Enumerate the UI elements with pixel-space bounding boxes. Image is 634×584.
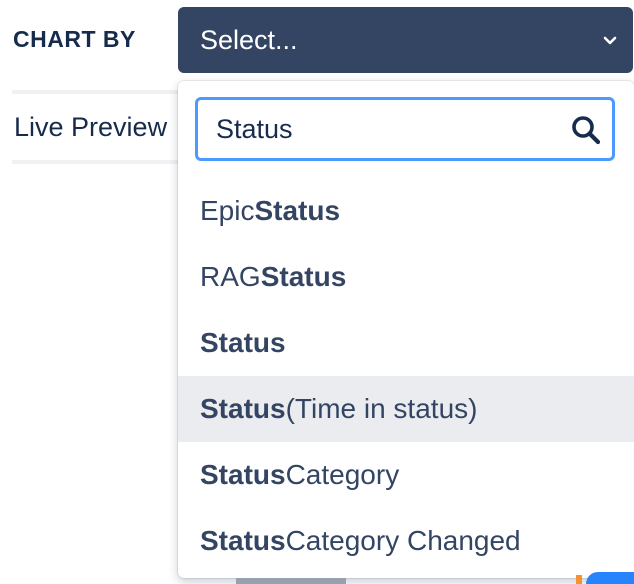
search-field[interactable] <box>196 98 614 160</box>
option-status-time-in-status[interactable]: Status (Time in status) <box>178 376 634 442</box>
live-preview-label: Live Preview <box>14 112 168 142</box>
option-match-text: Status <box>254 195 341 226</box>
option-status[interactable]: Status <box>178 310 634 376</box>
select-value: Select... <box>200 24 298 55</box>
option-match-text: Status <box>200 525 286 556</box>
option-status-category-changed[interactable]: Status Category Changed <box>178 508 634 574</box>
search-icon[interactable] <box>570 114 602 146</box>
background-chart-bar <box>236 578 346 584</box>
search-input[interactable] <box>216 100 556 158</box>
chart-by-dropdown-menu: Epic Status RAG Status Status Status (Ti… <box>178 81 634 578</box>
option-match-text: Status <box>260 261 347 292</box>
option-match-text: Status <box>200 459 286 490</box>
option-text: Category Changed <box>285 525 521 556</box>
chevron-down-icon <box>603 36 617 45</box>
option-list: Epic Status RAG Status Status Status (Ti… <box>178 178 634 574</box>
option-match-text: Status <box>200 327 286 358</box>
option-match-text: Status <box>200 393 286 424</box>
option-epic-status[interactable]: Epic Status <box>178 178 634 244</box>
background-chart-bar <box>576 575 582 584</box>
chart-by-select[interactable]: Select... <box>178 7 633 73</box>
option-text: (Time in status) <box>285 393 478 424</box>
option-rag-status[interactable]: RAG Status <box>178 244 634 310</box>
option-status-category[interactable]: Status Category <box>178 442 634 508</box>
background-chart-bar <box>586 572 634 584</box>
option-text: RAG <box>200 261 261 292</box>
option-text: Epic <box>200 195 255 226</box>
chart-by-label: CHART BY <box>13 26 136 52</box>
option-text: Category <box>285 459 400 490</box>
